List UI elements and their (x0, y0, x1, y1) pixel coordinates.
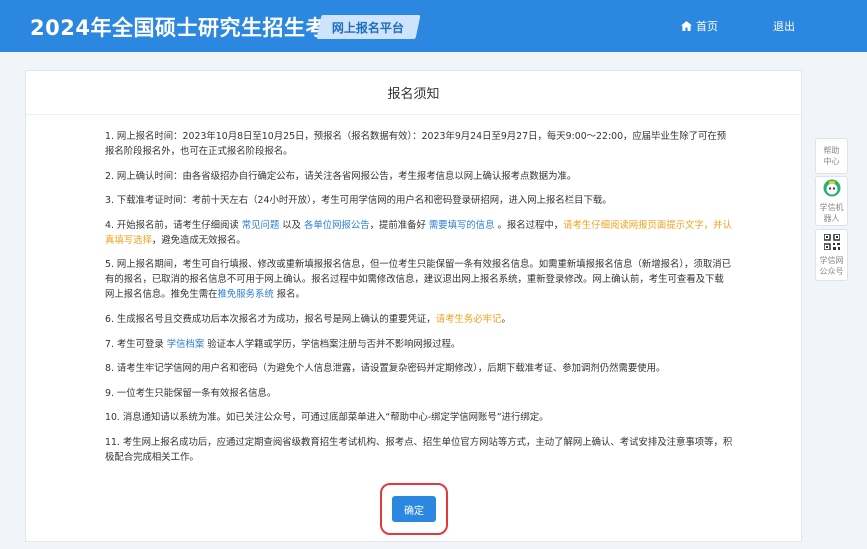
notice-item-4: 4. 开始报名前，请考生仔细阅读 常见问题 以及 各单位网报公告，提前准备好 需… (105, 219, 732, 246)
top-bar: 2024年全国硕士研究生招生考试 网上报名平台 首页 退出 (0, 0, 867, 52)
notice-item-8: 8. 请考生牢记学信网的用户名和密码（为避免个人信息泄露，请设置复杂密码并定期修… (105, 363, 666, 375)
notice-item-7: 7. 考生可登录 学信档案 验证本人学籍或学历，学信档案注册与否并不影响网报过程… (105, 338, 461, 350)
site-title: 2024年全国硕士研究生招生考试 (30, 16, 349, 40)
qr-code-icon (822, 232, 841, 253)
confirm-button[interactable]: 确定 (392, 496, 436, 522)
faq-link[interactable]: 常见问题 (242, 220, 280, 231)
nav-home-link[interactable]: 首页 (681, 18, 718, 34)
help-center-label: 帮助中心 (823, 146, 840, 166)
notice-item-6: 6. 生成报名号且交费成功后本次报名才为成功，报名号是网上确认的重要凭证，请考生… (105, 313, 511, 325)
nav-logout-link[interactable]: 退出 (773, 18, 795, 34)
notice-list: 1. 网上报名时间：2023年10月8日至10月25日，预报名（报名数据有效）：… (105, 129, 733, 475)
robot-label: 学信机器人 (819, 202, 844, 223)
notice-panel: 报名须知 1. 网上报名时间：2023年10月8日至10月25日，预报名（报名数… (25, 70, 802, 542)
notice-item-3: 3. 下载准考证时间：考前十天左右（24小时开放），考生可用学信网的用户名和密码… (105, 195, 612, 207)
home-icon (681, 21, 692, 31)
xuexin-archive-link[interactable]: 学信档案 (167, 339, 205, 350)
notice-item-5: 5. 网上报名期间，考生可自行填报、修改或重新填报报名信息，但一位考生只能保留一… (105, 259, 731, 301)
nav-home-label: 首页 (696, 20, 718, 33)
robot-icon (823, 179, 841, 200)
recommend-system-link[interactable]: 推免服务系统 (218, 289, 274, 300)
help-center-button[interactable]: 帮助中心 (815, 138, 848, 174)
notice-item-1: 1. 网上报名时间：2023年10月8日至10月25日，预报名（报名数据有效）：… (105, 131, 727, 157)
platform-tag-label: 网上报名平台 (332, 20, 405, 35)
notice-item-11: 11. 考生网上报名成功后，应通过定期查阅省级教育招生考试机构、报考点、招生单位… (105, 436, 733, 463)
unit-announcement-link[interactable]: 各单位网报公告 (304, 220, 370, 231)
qr-label: 学信网公众号 (819, 255, 844, 276)
notice-item-10: 10. 消息通知请以系统为准。如已关注公众号，可通过底部菜单进入“帮助中心-绑定… (105, 412, 549, 424)
confirm-highlight: 确定 (380, 483, 448, 535)
required-info-link[interactable]: 需要填写的信息 (429, 220, 495, 231)
panel-title: 报名须知 (26, 71, 801, 115)
warning-text: 请考生务必牢记 (435, 313, 502, 325)
notice-item-2: 2. 网上确认时间：由各省级招办自行确定公布，请关注各省网报公告，考生报考信息以… (105, 170, 577, 182)
notice-item-9: 9. 一位考生只能保留一条有效报名信息。 (105, 387, 277, 399)
robot-button[interactable]: 学信机器人 (815, 176, 848, 226)
wechat-qr-button[interactable]: 学信网公众号 (815, 229, 848, 281)
platform-tag: 网上报名平台 (316, 15, 421, 39)
